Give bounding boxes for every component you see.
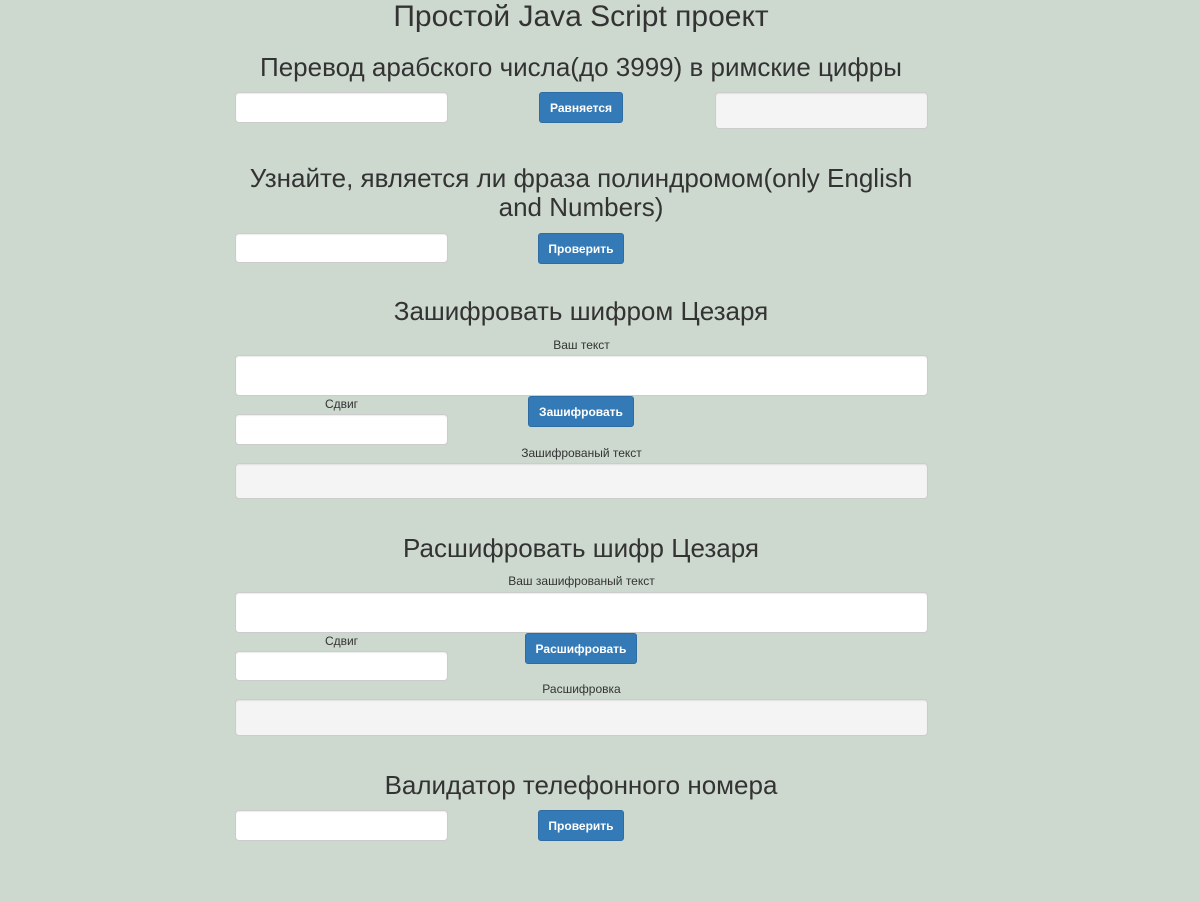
encrypt-text-input[interactable] [235,355,928,396]
palindrome-input[interactable] [235,233,448,263]
decrypt-button[interactable]: Расшифровать [525,633,637,664]
roman-result-output [715,92,928,129]
decrypt-text-label: Ваш зашифрованый текст [508,574,655,588]
encrypt-button[interactable]: Зашифровать [528,396,634,427]
roman-heading: Перевод арабского числа(до 3999) в римск… [260,52,902,82]
decrypt-shift-input[interactable] [235,651,448,681]
palindrome-check-button[interactable]: Проверить [538,233,624,264]
encrypt-heading: Зашифровать шифром Цезаря [393,296,769,326]
encrypt-shift-input[interactable] [235,414,448,445]
page-title: Простой Java Script проект [393,0,769,33]
palindrome-heading-line1: Узнайте, является ли фраза полиндромом(o… [249,163,913,193]
roman-number-input[interactable] [235,92,448,123]
encrypt-text-label: Ваш текст [553,338,610,352]
phone-input[interactable] [235,810,448,841]
decrypt-result-label: Расшифровка [542,682,621,696]
decrypt-result-output [235,699,928,736]
encrypt-shift-label: Сдвиг [324,397,359,411]
roman-convert-button[interactable]: Равняется [539,92,623,123]
palindrome-heading-line2: and Numbers) [498,192,664,222]
encrypt-result-output [235,463,928,499]
encrypt-result-label: Зашифрованый текст [521,446,642,460]
decrypt-heading: Расшифровать шифр Цезаря [403,533,759,563]
decrypt-shift-label: Сдвиг [324,634,359,648]
phone-check-button[interactable]: Проверить [538,810,624,841]
decrypt-text-input[interactable] [235,592,928,633]
phone-heading: Валидатор телефонного номера [384,770,778,800]
